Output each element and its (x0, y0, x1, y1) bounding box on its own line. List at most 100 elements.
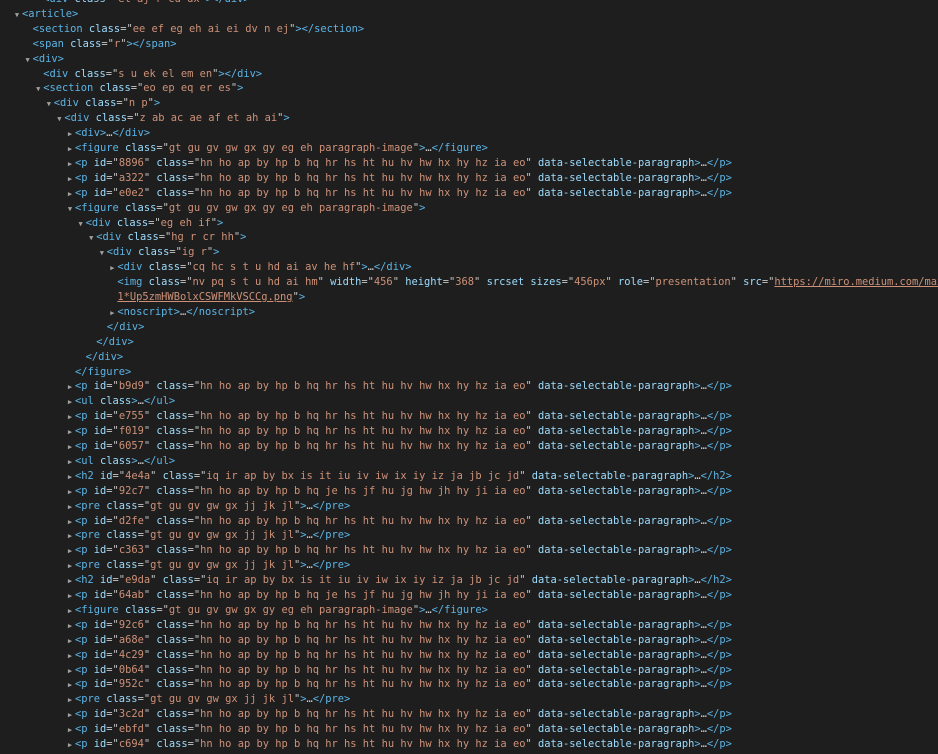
dom-tree-panel[interactable]: <div class="el aj r cd dx"></div>▼<artic… (0, 0, 938, 754)
dom-node-row[interactable]: ▼ <div class="hg r cr hh"> (0, 230, 938, 245)
tag-token: </pre> (312, 529, 351, 542)
triangle-down-icon[interactable]: ▼ (54, 112, 64, 127)
dom-node-row[interactable]: ▶ <p id="b9d9" class="hn ho ap by hp b hq… (0, 379, 938, 394)
dom-node-row[interactable]: ▶ <pre class="gt gu gv gw gx jj jk jl">…<… (0, 499, 938, 514)
triangle-right-icon[interactable]: ▶ (65, 664, 75, 679)
dom-node-row[interactable]: ▶ <p id="f019" class="hn ho ap by hp b hq… (0, 424, 938, 439)
dom-node-row[interactable]: <section class="ee ef eg eh ai ei dv n e… (0, 22, 938, 37)
dom-node-row[interactable]: ▶ <figure class="gt gu gv gw gx gy eg eh … (0, 141, 938, 156)
resource-link[interactable]: 1*Up5zmHWBolxCSWFMkVSCCg.png (117, 291, 292, 303)
triangle-right-icon[interactable]: ▶ (65, 604, 75, 619)
triangle-right-icon[interactable]: ▶ (65, 678, 75, 693)
triangle-right-icon[interactable]: ▶ (107, 261, 117, 276)
dom-node-row[interactable]: ▼ <div> (0, 52, 938, 67)
dom-node-row[interactable]: </figure> (0, 365, 938, 380)
dom-node-row[interactable]: ▶ <p id="8896" class="hn ho ap by hp b hq… (0, 156, 938, 171)
punctuation: =" (137, 559, 151, 572)
triangle-down-icon[interactable]: ▼ (76, 217, 86, 232)
dom-node-row[interactable]: ▼ <div class="ig r"> (0, 245, 938, 260)
dom-node-row[interactable]: ▶ <p id="4c29" class="hn ho ap by hp b hq… (0, 648, 938, 663)
dom-node-row[interactable]: <img class="nv pq s t u hd ai hm" width=… (0, 275, 938, 290)
dom-node-row[interactable]: ▼ <div class="eg eh if"> (0, 216, 938, 231)
triangle-right-icon[interactable]: ▶ (65, 574, 75, 589)
triangle-right-icon[interactable]: ▶ (65, 649, 75, 664)
dom-node-row[interactable]: ▶ <h2 id="e9da" class="iq ir ap by bx is … (0, 573, 938, 588)
triangle-down-icon[interactable]: ▼ (86, 231, 96, 246)
triangle-down-icon[interactable]: ▼ (65, 202, 75, 217)
triangle-down-icon[interactable]: ▼ (12, 8, 22, 23)
resource-link[interactable]: https://miro.medium.com/max/456/ (774, 276, 938, 288)
triangle-down-icon[interactable]: ▼ (23, 53, 33, 68)
dom-node-row[interactable]: ▶ <pre class="gt gu gv gw gx jj jk jl">…<… (0, 528, 938, 543)
triangle-right-icon[interactable]: ▶ (65, 410, 75, 425)
triangle-right-icon[interactable]: ▶ (65, 187, 75, 202)
dom-node-row[interactable]: ▶ <h2 id="4e4a" class="iq ir ap by bx is … (0, 469, 938, 484)
dom-node-row[interactable]: ▶ <p id="92c7" class="hn ho ap by hp b hq… (0, 484, 938, 499)
dom-node-row[interactable]: ▶ <p id="92c6" class="hn ho ap by hp b hq… (0, 618, 938, 633)
dom-node-row[interactable]: ▶ <div class="cq hc s t u hd ai av he hf"… (0, 260, 938, 275)
dom-node-row[interactable]: ▶ <p id="c363" class="hn ho ap by hp b hq… (0, 543, 938, 558)
dom-node-row[interactable]: ▶ <p id="a322" class="hn ho ap by hp b hq… (0, 171, 938, 186)
dom-node-row[interactable]: ▶ <ul class>…</ul> (0, 394, 938, 409)
dom-node-row[interactable]: ▶ <noscript>…</noscript> (0, 305, 938, 320)
triangle-right-icon[interactable]: ▶ (65, 395, 75, 410)
dom-node-row[interactable]: ▶ <p id="d2fe" class="hn ho ap by hp b hq… (0, 514, 938, 529)
triangle-right-icon[interactable]: ▶ (65, 500, 75, 515)
triangle-right-icon[interactable]: ▶ (65, 440, 75, 455)
dom-node-row[interactable]: ▶ <p id="ebfd" class="hn ho ap by hp b hq… (0, 722, 938, 737)
triangle-right-icon[interactable]: ▶ (65, 515, 75, 530)
triangle-right-icon[interactable]: ▶ (65, 634, 75, 649)
dom-node-row[interactable]: ▶ <p id="e755" class="hn ho ap by hp b hq… (0, 409, 938, 424)
attribute-name: data-selectable-paragraph (531, 574, 689, 587)
triangle-right-icon[interactable]: ▶ (65, 485, 75, 500)
triangle-right-icon[interactable]: ▶ (65, 172, 75, 187)
dom-node-row[interactable]: ▶ <p id="e0e2" class="hn ho ap by hp b hq… (0, 186, 938, 201)
triangle-right-icon[interactable]: ▶ (65, 738, 75, 753)
dom-node-row[interactable]: ▶ <p id="c694" class="hn ho ap by hp b hq… (0, 737, 938, 752)
triangle-right-icon[interactable]: ▶ (65, 470, 75, 485)
dom-node-row[interactable]: <div class="s u ek el em en"></div> (0, 67, 938, 82)
dom-node-row[interactable]: ▼ <article> (0, 7, 938, 22)
triangle-down-icon[interactable]: ▼ (33, 82, 43, 97)
triangle-right-icon[interactable]: ▶ (65, 455, 75, 470)
triangle-right-icon[interactable]: ▶ (65, 380, 75, 395)
triangle-right-icon[interactable]: ▶ (65, 589, 75, 604)
dom-node-row[interactable]: ▶ <ul class>…</ul> (0, 454, 938, 469)
triangle-right-icon[interactable]: ▶ (65, 544, 75, 559)
dom-node-row[interactable]: <span class="r"></span> (0, 37, 938, 52)
attribute-name: data-selectable-paragraph (537, 410, 695, 423)
dom-node-row[interactable]: ▶ <p id="0b64" class="hn ho ap by hp b hq… (0, 663, 938, 678)
tag-token: <section (43, 82, 100, 95)
triangle-right-icon[interactable]: ▶ (65, 619, 75, 634)
dom-node-row[interactable]: ▶ <p id="6057" class="hn ho ap by hp b hq… (0, 439, 938, 454)
triangle-right-icon[interactable]: ▶ (65, 723, 75, 738)
dom-node-row[interactable]: ▼ <figure class="gt gu gv gw gx gy eg eh … (0, 201, 938, 216)
triangle-right-icon[interactable]: ▶ (65, 708, 75, 723)
dom-node-row[interactable]: ▼ <div class="n p"> (0, 96, 938, 111)
triangle-right-icon[interactable]: ▶ (65, 127, 75, 142)
dom-node-row[interactable]: ▶ <pre class="gt gu gv gw gx jj jk jl">…<… (0, 558, 938, 573)
triangle-right-icon[interactable]: ▶ (65, 693, 75, 708)
dom-node-row[interactable]: ▶ <p id="64ab" class="hn ho ap by hp b hq… (0, 588, 938, 603)
triangle-right-icon[interactable]: ▶ (65, 425, 75, 440)
triangle-right-icon[interactable]: ▶ (65, 559, 75, 574)
dom-node-row[interactable]: ▶ <p id="952c" class="hn ho ap by hp b hq… (0, 677, 938, 692)
triangle-down-icon[interactable]: ▼ (44, 97, 54, 112)
dom-node-row[interactable]: ▶ <p id="3c2d" class="hn ho ap by hp b hq… (0, 707, 938, 722)
triangle-down-icon[interactable]: ▼ (97, 246, 107, 261)
dom-node-row[interactable]: ▼ <section class="eo ep eq er es"> (0, 81, 938, 96)
triangle-right-icon[interactable]: ▶ (65, 142, 75, 157)
dom-node-row[interactable]: </div> (0, 320, 938, 335)
triangle-right-icon[interactable]: ▶ (65, 529, 75, 544)
dom-node-row[interactable]: 1*Up5zmHWBolxCSWFMkVSCCg.png"> (0, 290, 938, 305)
dom-node-row[interactable]: ▶ <pre class="gt gu gv gw gx jj jk jl">…<… (0, 692, 938, 707)
dom-node-row[interactable]: </div> (0, 335, 938, 350)
triangle-right-icon[interactable]: ▶ (65, 157, 75, 172)
dom-node-row[interactable]: ▶ <p id="a68e" class="hn ho ap by hp b hq… (0, 633, 938, 648)
dom-node-row[interactable]: ▼ <div class="z ab ac ae af et ah ai"> (0, 111, 938, 126)
dom-node-row[interactable]: </div> (0, 350, 938, 365)
dom-node-row[interactable]: ▶ <figure class="gt gu gv gw gx gy eg eh … (0, 603, 938, 618)
triangle-right-icon[interactable]: ▶ (107, 306, 117, 321)
dom-node-row[interactable]: ▶ <div>…</div> (0, 126, 938, 141)
attribute-value: gt gu gv gw gx jj jk jl (150, 529, 294, 542)
